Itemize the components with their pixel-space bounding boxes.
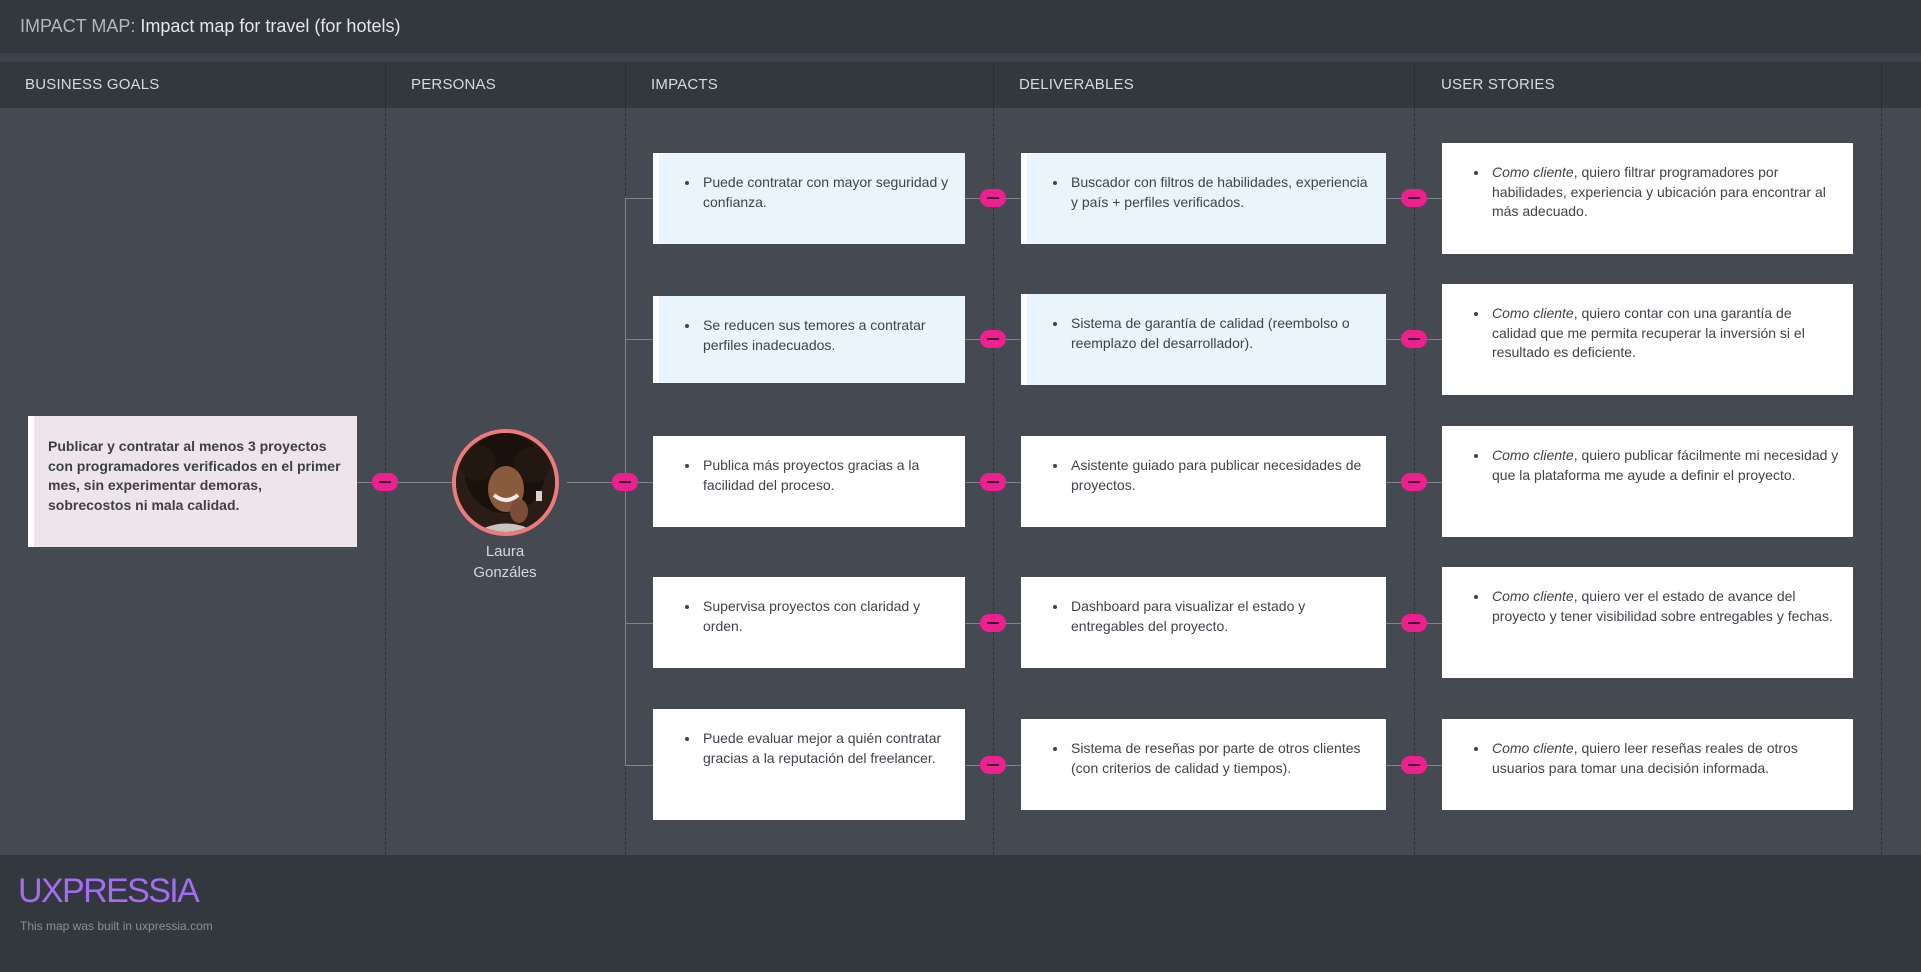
user-story-role: Como cliente (1492, 740, 1574, 756)
collapse-node[interactable] (1401, 330, 1427, 348)
user-story-card[interactable]: Como cliente, quiero filtrar programador… (1442, 143, 1853, 254)
collapse-node[interactable] (1401, 189, 1427, 207)
footer: UXPRESSIA This map was built in uxpressi… (0, 855, 1921, 972)
collapse-node[interactable] (980, 614, 1006, 632)
user-story-card[interactable]: Como cliente, quiero ver el estado de av… (1442, 567, 1853, 678)
impact-text: Puede evaluar mejor a quién contratar gr… (681, 729, 949, 768)
deliverable-card[interactable]: Dashboard para visualizar el estado y en… (1021, 577, 1386, 668)
impact-card[interactable]: Puede contratar con mayor seguridad y co… (653, 153, 965, 244)
impact-text: Puede contratar con mayor seguridad y co… (681, 173, 949, 212)
collapse-node[interactable] (980, 756, 1006, 774)
impact-card[interactable]: Publica más proyectos gracias a la facil… (653, 436, 965, 527)
impact-card[interactable]: Se reducen sus temores a contratar perfi… (653, 296, 965, 383)
user-story-text: Como cliente, quiero publicar fácilmente… (1470, 446, 1839, 485)
business-goal-text: Publicar y contratar al menos 3 proyecto… (48, 438, 341, 513)
deliverable-text: Sistema de garantía de calidad (reembols… (1049, 314, 1370, 353)
deliverable-card[interactable]: Sistema de reseñas por parte de otros cl… (1021, 719, 1386, 810)
business-goal-card[interactable]: Publicar y contratar al menos 3 proyecto… (28, 416, 357, 547)
deliverable-text: Dashboard para visualizar el estado y en… (1049, 597, 1370, 636)
user-story-role: Como cliente (1492, 305, 1574, 321)
column-divider (993, 62, 994, 108)
deliverable-text: Asistente guiado para publicar necesidad… (1049, 456, 1370, 495)
collapse-node[interactable] (980, 330, 1006, 348)
map-title-text: Impact map for travel (for hotels) (140, 16, 401, 36)
connector-line (625, 198, 653, 199)
column-divider (1881, 108, 1882, 855)
deliverable-text: Buscador con filtros de habilidades, exp… (1049, 173, 1370, 212)
column-header-personas: PERSONAS (411, 76, 496, 93)
persona-avatar[interactable] (452, 429, 559, 536)
user-story-role: Como cliente (1492, 164, 1574, 180)
column-divider (1881, 62, 1882, 108)
user-story-text: Como cliente, quiero ver el estado de av… (1470, 587, 1839, 626)
connector-line (625, 339, 653, 340)
user-story-card[interactable]: Como cliente, quiero publicar fácilmente… (1442, 426, 1853, 537)
persona-photo-icon (456, 433, 555, 532)
collapse-node[interactable] (612, 473, 638, 491)
brand-logo[interactable]: UXPRESSIA (18, 872, 200, 911)
collapse-node[interactable] (1401, 614, 1427, 632)
connector-line (625, 623, 653, 624)
deliverable-card[interactable]: Asistente guiado para publicar necesidad… (1021, 436, 1386, 527)
column-divider (625, 62, 626, 108)
impact-card[interactable]: Puede evaluar mejor a quién contratar gr… (653, 709, 965, 820)
column-header-business-goals: BUSINESS GOALS (25, 76, 160, 93)
user-story-role: Como cliente (1492, 447, 1574, 463)
built-in-note: This map was built in uxpressia.com (20, 919, 213, 933)
column-headers: BUSINESS GOALS PERSONAS IMPACTS DELIVERA… (0, 62, 1921, 108)
persona-name: Laura Gonzáles (473, 543, 537, 581)
sub-bar (0, 53, 1921, 62)
collapse-node[interactable] (980, 189, 1006, 207)
deliverable-card[interactable]: Buscador con filtros de habilidades, exp… (1021, 153, 1386, 244)
collapse-node[interactable] (372, 473, 398, 491)
collapse-node[interactable] (1401, 756, 1427, 774)
column-header-deliverables: DELIVERABLES (1019, 76, 1134, 93)
impact-card[interactable]: Supervisa proyectos con claridad y orden… (653, 577, 965, 668)
map-title-prefix: IMPACT MAP: (20, 16, 136, 36)
column-header-user-stories: USER STORIES (1441, 76, 1555, 93)
impact-text: Supervisa proyectos con claridad y orden… (681, 597, 949, 636)
connector-line (625, 765, 653, 766)
user-story-card[interactable]: Como cliente, quiero leer reseñas reales… (1442, 719, 1853, 810)
user-story-role: Como cliente (1492, 588, 1574, 604)
column-divider (1414, 62, 1415, 108)
map-title: IMPACT MAP: Impact map for travel (for h… (20, 16, 400, 37)
column-divider (385, 62, 386, 108)
column-header-impacts: IMPACTS (651, 76, 718, 93)
impact-text: Publica más proyectos gracias a la facil… (681, 456, 949, 495)
user-story-text: Como cliente, quiero contar con una gara… (1470, 304, 1839, 363)
user-story-text: Como cliente, quiero leer reseñas reales… (1470, 739, 1839, 778)
deliverable-card[interactable]: Sistema de garantía de calidad (reembols… (1021, 294, 1386, 385)
user-story-card[interactable]: Como cliente, quiero contar con una gara… (1442, 284, 1853, 395)
impact-text: Se reducen sus temores a contratar perfi… (681, 316, 949, 355)
collapse-node[interactable] (980, 473, 1006, 491)
collapse-node[interactable] (1401, 473, 1427, 491)
user-story-text: Como cliente, quiero filtrar programador… (1470, 163, 1839, 222)
top-bar: IMPACT MAP: Impact map for travel (for h… (0, 0, 1921, 53)
deliverable-text: Sistema de reseñas por parte de otros cl… (1049, 739, 1370, 778)
